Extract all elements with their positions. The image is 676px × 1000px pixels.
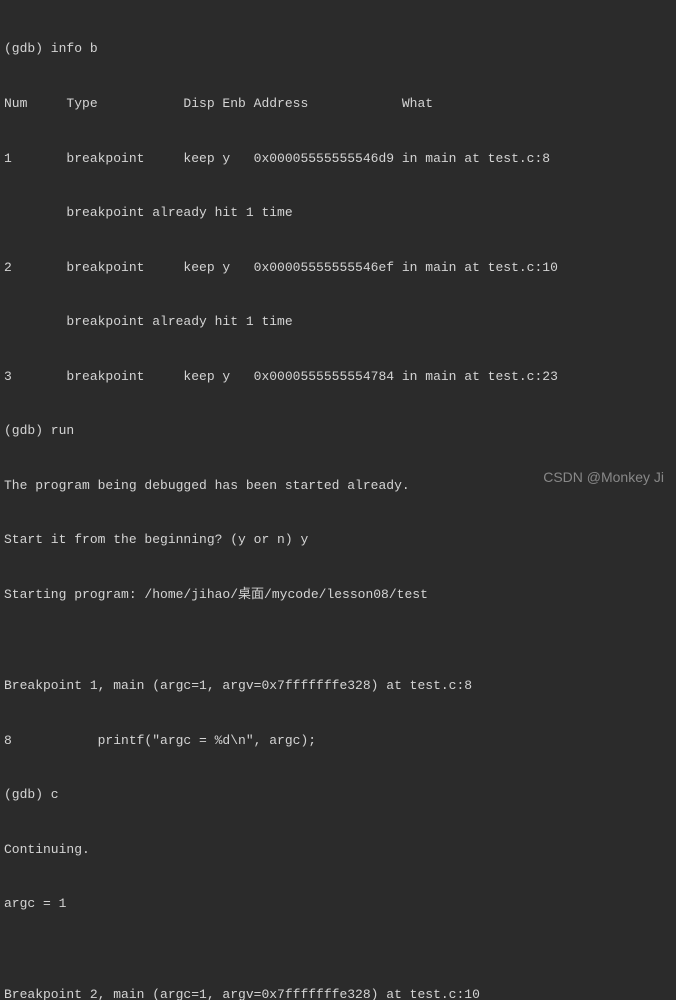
output-line: Breakpoint 1, main (argc=1, argv=0x7ffff… — [4, 677, 672, 695]
output-line: argc = 1 — [4, 895, 672, 913]
terminal-output[interactable]: (gdb) info b Num Type Disp Enb Address W… — [4, 4, 672, 1000]
output-line: Start it from the beginning? (y or n) y — [4, 531, 672, 549]
output-line: 1 breakpoint keep y 0x00005555555546d9 i… — [4, 150, 672, 168]
output-line: Num Type Disp Enb Address What — [4, 95, 672, 113]
output-line: Continuing. — [4, 841, 672, 859]
output-line: (gdb) run — [4, 422, 672, 440]
output-line: breakpoint already hit 1 time — [4, 204, 672, 222]
output-line: Breakpoint 2, main (argc=1, argv=0x7ffff… — [4, 986, 672, 1000]
output-line: (gdb) info b — [4, 40, 672, 58]
output-line: Starting program: /home/jihao/桌面/mycode/… — [4, 586, 672, 604]
output-line: 8 printf("argc = %d\n", argc); — [4, 732, 672, 750]
output-line: (gdb) c — [4, 786, 672, 804]
output-line: 3 breakpoint keep y 0x0000555555554784 i… — [4, 368, 672, 386]
watermark-text: CSDN @Monkey Ji — [543, 468, 664, 488]
output-line: breakpoint already hit 1 time — [4, 313, 672, 331]
output-line: 2 breakpoint keep y 0x00005555555546ef i… — [4, 259, 672, 277]
